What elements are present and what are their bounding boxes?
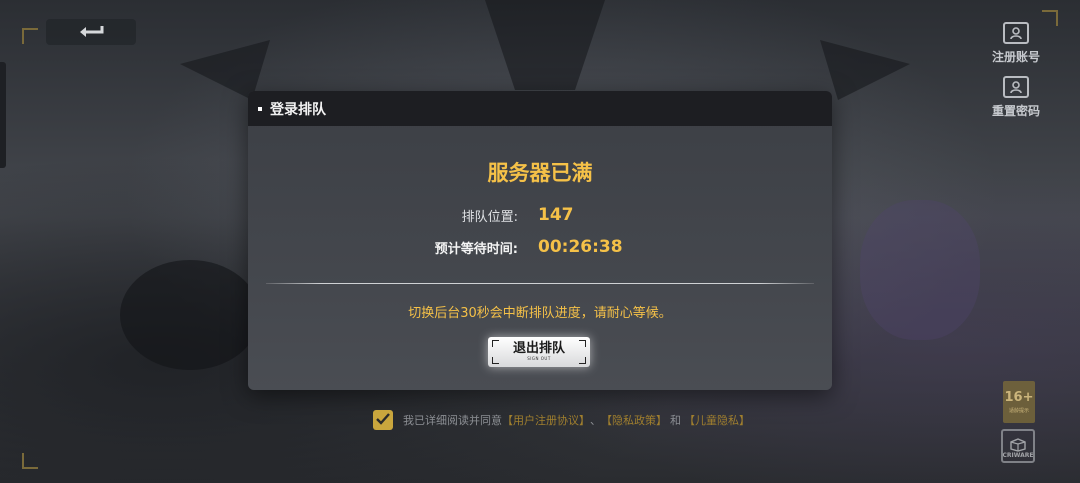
- child-privacy-link[interactable]: 【儿童隐私】: [684, 412, 750, 428]
- user-add-icon: [1003, 22, 1029, 44]
- btn-corner-bl: [492, 357, 499, 364]
- age-rating-badge[interactable]: 16+ 适龄提示: [1003, 381, 1035, 423]
- register-account-button[interactable]: 注册账号: [990, 22, 1042, 66]
- user-agreement-link[interactable]: 【用户注册协议】: [502, 412, 590, 428]
- header-bullet-icon: [258, 106, 262, 111]
- age-rating-value: 16+: [1004, 390, 1034, 405]
- background-figure-left: [120, 260, 260, 370]
- agreement-row: 我已详细阅读并同意 【用户注册协议】 、 【隐私政策】 和 【儿童隐私】: [373, 410, 750, 430]
- left-edge-tab: [0, 62, 6, 168]
- dialog-header: 登录排队: [248, 91, 832, 126]
- frame-corner-bl: [22, 453, 38, 469]
- eta-row: 预计等待时间: 00:26:38: [248, 237, 832, 257]
- dialog-title: 登录排队: [270, 101, 326, 118]
- agreement-separator-2: 和: [670, 414, 681, 427]
- queue-position-value: 147: [538, 205, 574, 225]
- server-full-status: 服务器已满: [487, 161, 593, 185]
- btn-corner-tr: [579, 340, 586, 347]
- login-queue-dialog: 登录排队 服务器已满 排队位置: 147 预计等待时间: 00:26:38 切换…: [248, 91, 832, 390]
- exit-queue-sublabel: SIGN OUT: [527, 356, 551, 361]
- background-wing-right: [820, 40, 910, 100]
- agreement-separator-1: 、: [590, 414, 601, 427]
- back-arrow-icon: [78, 23, 104, 42]
- eta-label: 预计等待时间:: [434, 241, 518, 257]
- reset-password-label: 重置密码: [991, 104, 1040, 118]
- queue-position-row: 排队位置: 147: [248, 205, 832, 225]
- reset-password-button[interactable]: 重置密码: [990, 76, 1042, 120]
- frame-corner-tl: [22, 28, 38, 44]
- btn-corner-br: [579, 357, 586, 364]
- queue-notice: 切换后台30秒会中断排队进度，请耐心等候。: [408, 306, 672, 321]
- criware-cube-icon: [1010, 438, 1026, 452]
- btn-corner-tl: [492, 340, 499, 347]
- frame-corner-tr: [1042, 10, 1058, 26]
- criware-logo: CRIWARE: [1001, 429, 1035, 463]
- criware-text: CRIWARE: [1002, 452, 1034, 459]
- checkmark-icon: [376, 412, 390, 428]
- user-reset-icon: [1003, 76, 1029, 98]
- queue-position-label: 排队位置:: [461, 209, 518, 225]
- background-figure-right: [860, 200, 980, 340]
- agreement-checkbox[interactable]: [373, 410, 393, 430]
- eta-value: 00:26:38: [538, 237, 623, 257]
- exit-queue-button[interactable]: 退出排队 SIGN OUT: [488, 337, 590, 367]
- back-button[interactable]: [46, 19, 136, 45]
- background-mech-top: [485, 0, 605, 90]
- exit-queue-label: 退出排队: [512, 341, 565, 356]
- agreement-prefix: 我已详细阅读并同意: [403, 414, 502, 427]
- privacy-policy-link[interactable]: 【隐私政策】: [601, 412, 667, 428]
- register-account-label: 注册账号: [991, 50, 1040, 64]
- age-rating-text: 适龄提示: [1008, 408, 1029, 414]
- dialog-divider: [266, 283, 814, 284]
